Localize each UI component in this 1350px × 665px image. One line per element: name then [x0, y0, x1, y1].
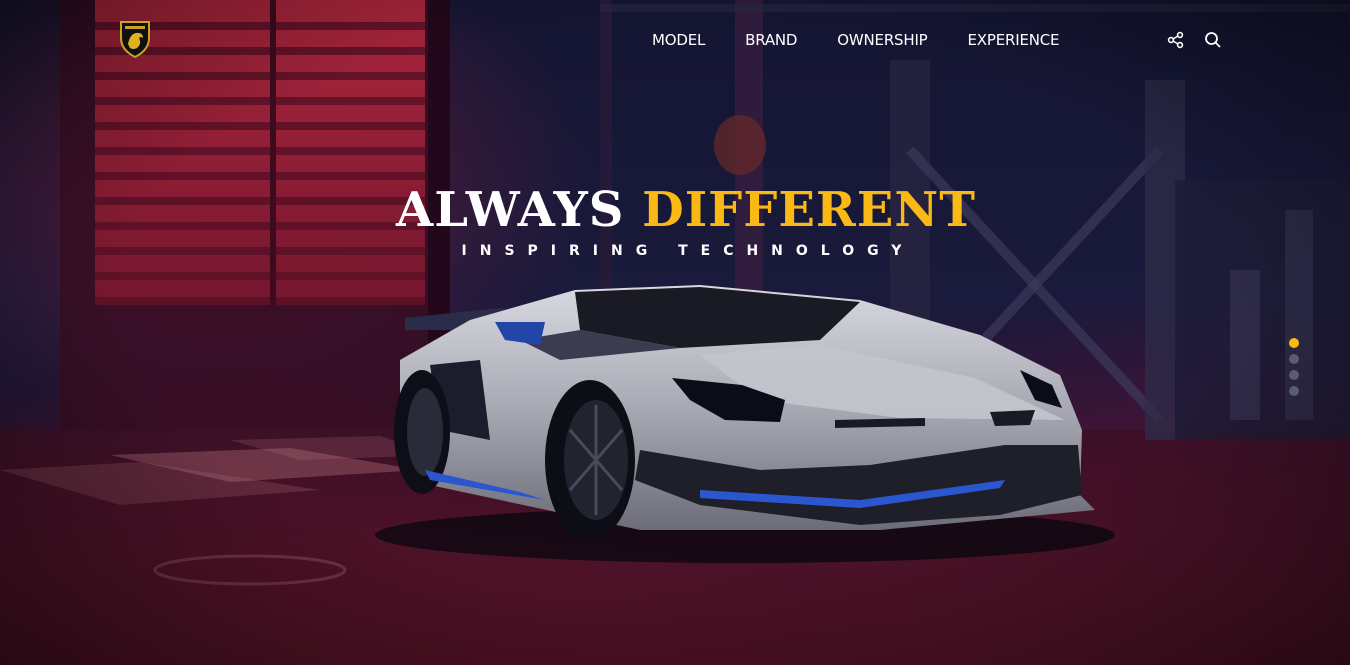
slider-pagination [1289, 338, 1299, 396]
slider-dot-4[interactable] [1289, 386, 1299, 396]
nav-item-brand[interactable]: BRAND [745, 31, 797, 49]
slider-dot-3[interactable] [1289, 370, 1299, 380]
main-navigation: MODEL BRAND OWNERSHIP EXPERIENCE [652, 31, 1059, 49]
search-icon[interactable] [1203, 30, 1223, 50]
hero-headline: ALWAYS DIFFERENT [0, 182, 1350, 238]
hero-background-image [0, 0, 1350, 665]
nav-item-model[interactable]: MODEL [652, 31, 705, 49]
nav-item-ownership[interactable]: OWNERSHIP [837, 31, 927, 49]
slider-dot-1[interactable] [1289, 338, 1299, 348]
share-icon[interactable] [1166, 30, 1186, 50]
hero-headline-white: ALWAYS [396, 182, 625, 238]
slider-dot-2[interactable] [1289, 354, 1299, 364]
hero-subheadline: INSPIRING TECHNOLOGY [461, 243, 915, 259]
nav-item-experience[interactable]: EXPERIENCE [968, 31, 1060, 49]
brand-logo-icon[interactable] [119, 20, 151, 58]
hero-section: MODEL BRAND OWNERSHIP EXPERIENCE ALWAYS … [0, 0, 1350, 665]
hero-headline-accent: DIFFERENT [642, 182, 976, 238]
